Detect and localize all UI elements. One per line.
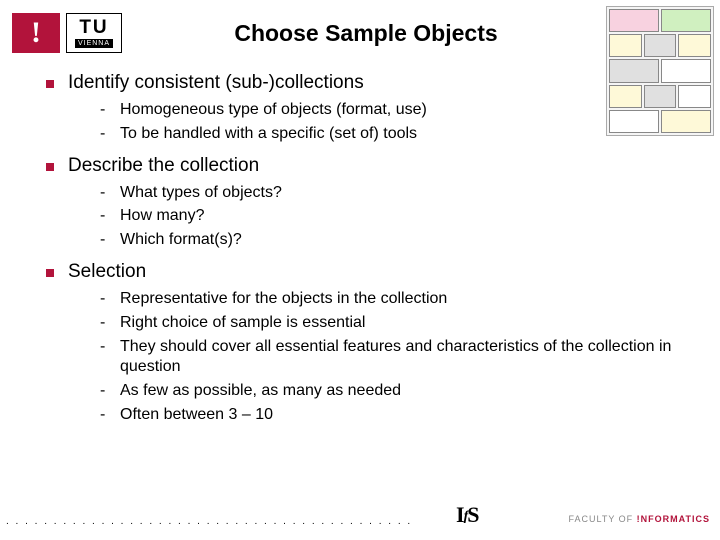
- dash-icon: -: [100, 313, 112, 334]
- dash-icon: -: [100, 289, 112, 310]
- dash-icon: -: [100, 405, 112, 426]
- dash-icon: -: [100, 124, 112, 145]
- faculty-pre: FACULTY OF: [568, 514, 636, 524]
- square-bullet-icon: [46, 269, 54, 277]
- section-describe: Describe the collection -What types of o…: [46, 155, 680, 251]
- section-heading-text: Identify consistent (sub-)collections: [68, 72, 364, 94]
- tu-logo-bottom: VIENNA: [75, 39, 113, 48]
- planets-diagram-thumbnail: [606, 6, 714, 136]
- section-identify: Identify consistent (sub-)collections -H…: [46, 72, 680, 145]
- section-selection: Selection -Representative for the object…: [46, 261, 680, 426]
- list-item: -Right choice of sample is essential: [100, 313, 680, 334]
- dash-icon: -: [100, 230, 112, 251]
- list-item: -Often between 3 – 10: [100, 405, 680, 426]
- dash-icon: -: [100, 183, 112, 204]
- list-item: -How many?: [100, 206, 680, 227]
- list-item: -Which format(s)?: [100, 230, 680, 251]
- exclamation-logo-icon: !: [12, 13, 60, 53]
- list-item: -What types of objects?: [100, 183, 680, 204]
- dash-icon: -: [100, 337, 112, 358]
- square-bullet-icon: [46, 163, 54, 171]
- dash-icon: -: [100, 206, 112, 227]
- ifs-logo: IfS: [456, 502, 478, 528]
- section-heading: Describe the collection: [46, 155, 680, 177]
- list-item: -They should cover all essential feature…: [100, 337, 680, 379]
- square-bullet-icon: [46, 80, 54, 88]
- dash-icon: -: [100, 381, 112, 402]
- ifs-i: I: [456, 502, 464, 527]
- list-item: -As few as possible, as many as needed: [100, 381, 680, 402]
- dash-icon: -: [100, 100, 112, 121]
- footer-dots: . . . . . . . . . . . . . . . . . . . . …: [0, 516, 412, 527]
- section-heading-text: Selection: [68, 261, 146, 283]
- ifs-s: S: [467, 502, 478, 527]
- tu-logo-top: TU: [79, 18, 108, 37]
- tu-vienna-logo: TU VIENNA: [66, 13, 122, 53]
- section-heading-text: Describe the collection: [68, 155, 259, 177]
- faculty-informatics: NFORMATICS: [641, 514, 710, 524]
- faculty-label: FACULTY OF !NFORMATICS: [568, 514, 710, 524]
- section-heading: Identify consistent (sub-)collections: [46, 72, 680, 94]
- list-item: -Representative for the objects in the c…: [100, 289, 680, 310]
- section-heading: Selection: [46, 261, 680, 283]
- list-item: -To be handled with a specific (set of) …: [100, 124, 680, 145]
- slide-footer: . . . . . . . . . . . . . . . . . . . . …: [0, 508, 720, 534]
- list-item: -Homogeneous type of objects (format, us…: [100, 100, 680, 121]
